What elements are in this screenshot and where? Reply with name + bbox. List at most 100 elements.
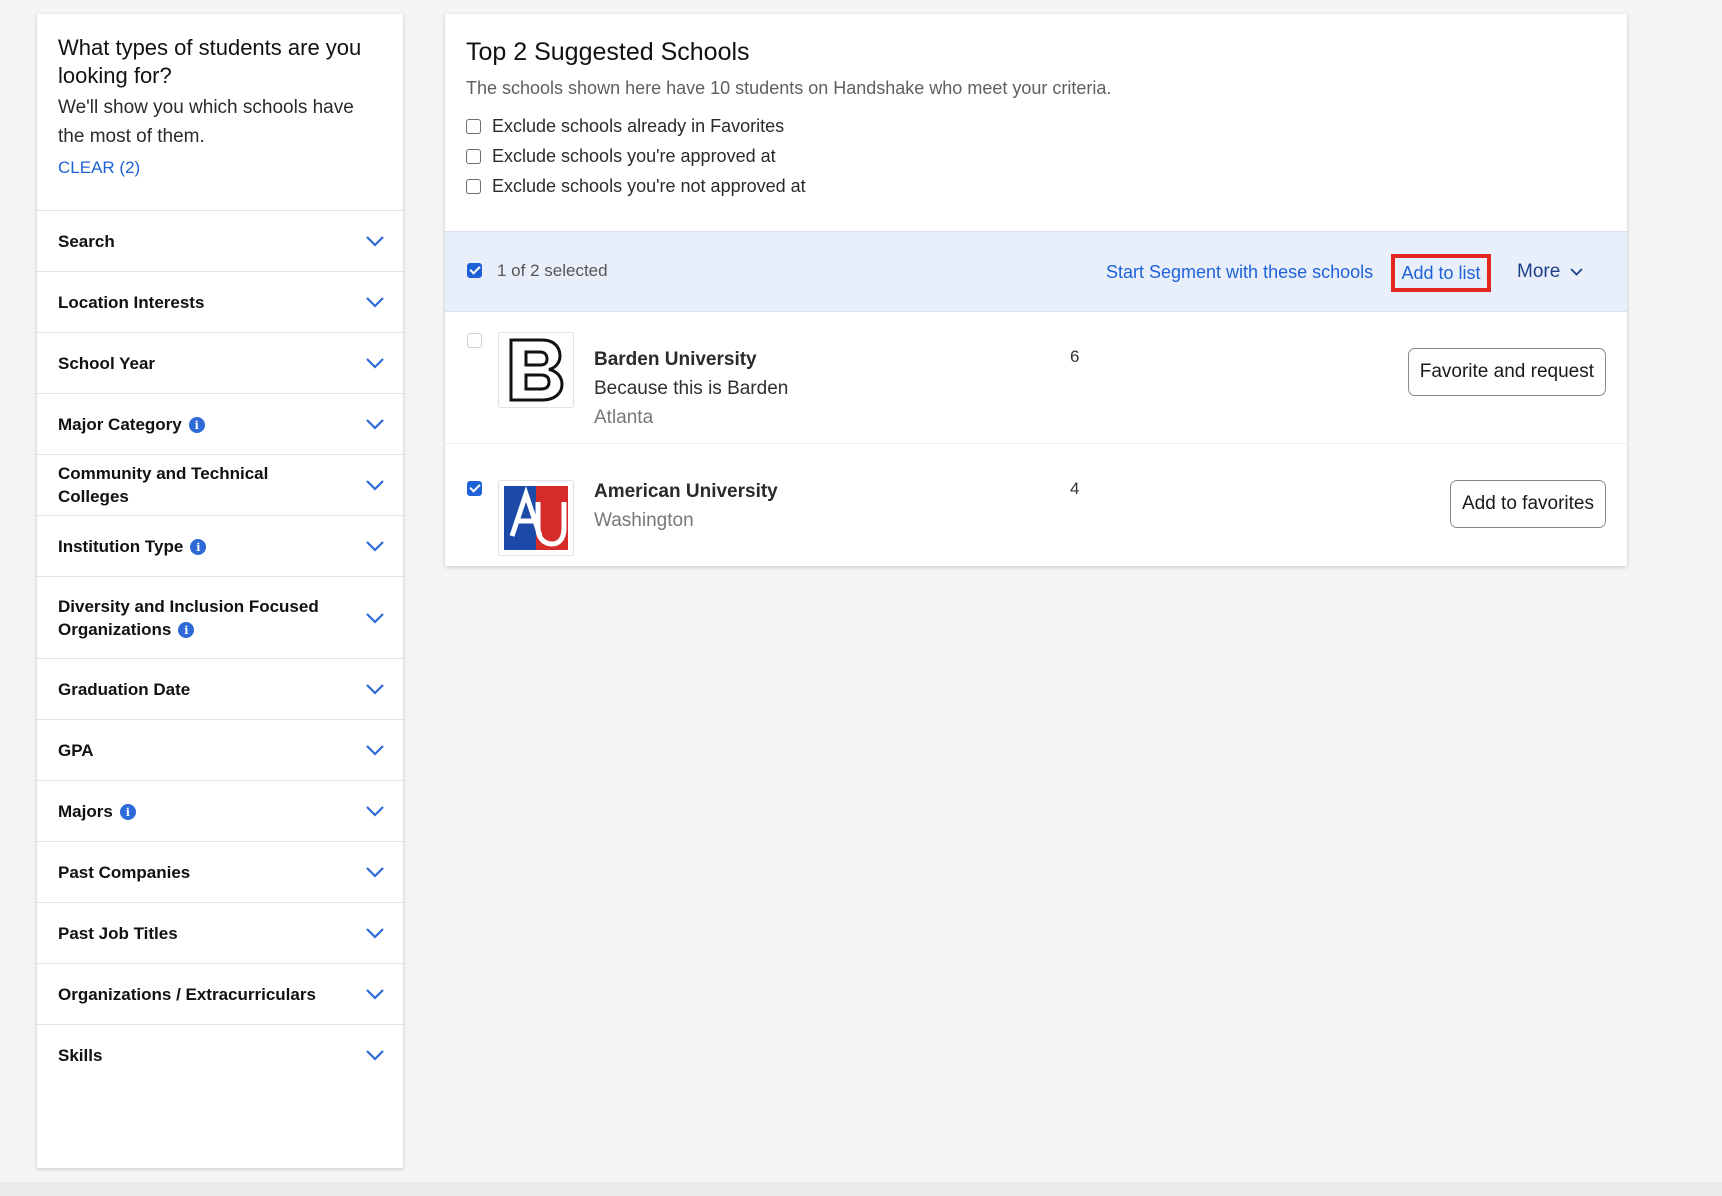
chevron-down-icon	[365, 479, 385, 491]
filter-major-category[interactable]: Major Category i	[37, 394, 403, 455]
chevron-down-icon	[365, 357, 385, 369]
filter-organizations-extracurriculars[interactable]: Organizations / Extracurriculars	[37, 964, 403, 1025]
more-label: More	[1517, 261, 1561, 282]
info-icon[interactable]: i	[119, 804, 136, 820]
selection-bar: 1 of 2 selected Start Segment with these…	[445, 231, 1627, 312]
exclusion-label[interactable]: Exclude schools you're not approved at	[492, 176, 806, 197]
filter-label: Majors i	[58, 800, 136, 823]
exclusion-option: Exclude schools you're approved at	[466, 144, 1606, 168]
filter-label: Major Category i	[58, 413, 205, 436]
info-icon[interactable]: i	[178, 622, 195, 638]
chevron-down-icon	[365, 744, 385, 756]
filter-gpa[interactable]: GPA	[37, 720, 403, 781]
filter-label: Institution Type i	[58, 535, 207, 558]
clear-filters-link[interactable]: CLEAR (2)	[58, 158, 140, 178]
chevron-down-icon	[365, 235, 385, 247]
filter-label-text: Search	[58, 231, 115, 251]
info-icon[interactable]: i	[188, 417, 205, 433]
filter-location-interests[interactable]: Location Interests	[37, 272, 403, 333]
filter-community-and-technical-colleges[interactable]: Community and Technical Colleges	[37, 455, 403, 516]
filter-label: Past Job Titles	[58, 922, 178, 945]
filter-label-text: School Year	[58, 353, 156, 373]
exclusion-checkbox[interactable]	[466, 148, 481, 164]
filters-sidebar: What types of students are you looking f…	[37, 14, 403, 1168]
chevron-down-icon	[365, 927, 385, 939]
filter-graduation-date[interactable]: Graduation Date	[37, 659, 403, 720]
chevron-down-icon	[365, 683, 385, 695]
filter-school-year[interactable]: School Year	[37, 333, 403, 394]
info-icon[interactable]: i	[190, 539, 207, 555]
chevron-down-icon	[365, 296, 385, 308]
chevron-down-icon	[1570, 268, 1583, 276]
school-row: American University Washington 4 Add to …	[445, 444, 1627, 565]
filter-label: Organizations / Extracurriculars	[58, 983, 316, 1006]
exclusion-option: Exclude schools you're not approved at	[466, 174, 1606, 198]
panel-header: Top 2 Suggested Schools The schools show…	[445, 14, 1627, 231]
filter-label-text: Graduation Date	[58, 679, 191, 699]
chevron-down-icon	[365, 612, 385, 624]
filters-title: What types of students are you looking f…	[58, 35, 362, 88]
filter-label-text: Location Interests	[58, 292, 205, 312]
school-note: Because this is Barden	[594, 378, 789, 399]
filter-label-text: Organizations / Extracurriculars	[58, 984, 316, 1004]
selected-count: 1 of 2 selected	[497, 261, 608, 280]
filter-label: Graduation Date	[58, 678, 190, 701]
filter-past-job-titles[interactable]: Past Job Titles	[37, 903, 403, 964]
exclusion-options: Exclude schools already in Favorites Excl…	[466, 114, 1606, 198]
page-bottom-strip	[0, 1182, 1722, 1196]
filter-label-text: Major Category	[58, 414, 182, 434]
filter-label: Community and Technical Colleges	[58, 462, 328, 508]
filter-label-text: Institution Type	[58, 536, 184, 556]
filter-institution-type[interactable]: Institution Type i	[37, 516, 403, 577]
more-menu-button[interactable]: More	[1517, 261, 1583, 283]
filter-label-text: Past Job Titles	[58, 923, 178, 943]
filter-label-text: Community and Technical Colleges	[58, 464, 269, 506]
suggested-schools-panel: Top 2 Suggested Schools The schools show…	[445, 14, 1627, 566]
filter-diversity-and-inclusion-focused-organizations[interactable]: Diversity and Inclusion Focused Organiza…	[37, 577, 403, 659]
add-to-list-button[interactable]: Add to list	[1391, 254, 1491, 292]
filter-label: Location Interests	[58, 291, 204, 314]
school-select-checkbox[interactable]	[467, 333, 482, 348]
page-title: Top 2 Suggested Schools	[466, 38, 750, 66]
exclusion-label[interactable]: Exclude schools you're approved at	[492, 146, 776, 167]
filter-label: Past Companies	[58, 861, 190, 884]
school-select-checkbox[interactable]	[467, 481, 482, 496]
add-to-favorites-button[interactable]: Add to favorites	[1449, 480, 1606, 528]
filter-list: Search Location Interests School Year Major…	[37, 211, 403, 1085]
school-name[interactable]: American University	[594, 481, 778, 503]
page-subtitle: The schools shown here have 10 students …	[466, 78, 1112, 98]
chevron-down-icon	[365, 1049, 385, 1061]
filter-past-companies[interactable]: Past Companies	[37, 842, 403, 903]
chevron-down-icon	[365, 866, 385, 878]
filter-label: School Year	[58, 352, 155, 375]
exclusion-label[interactable]: Exclude schools already in Favorites	[492, 116, 784, 137]
filter-label-text: Majors	[58, 801, 113, 821]
select-all-checkbox[interactable]	[467, 263, 482, 278]
filter-label: Diversity and Inclusion Focused Organiza…	[58, 595, 328, 641]
favorite-and-request-button[interactable]: Favorite and request	[1407, 348, 1606, 396]
start-segment-link[interactable]: Start Segment with these schools	[1106, 262, 1373, 283]
filter-label-text: Skills	[58, 1045, 103, 1065]
school-row: Barden University Because this is Barden…	[445, 312, 1627, 433]
chevron-down-icon	[365, 805, 385, 817]
school-name[interactable]: Barden University	[594, 349, 757, 371]
barden-b-logo	[498, 332, 574, 408]
chevron-down-icon	[365, 540, 385, 552]
filter-label-text: GPA	[58, 740, 94, 760]
filter-skills[interactable]: Skills	[37, 1025, 403, 1085]
american-university-au-logo	[498, 480, 574, 556]
exclusion-option: Exclude schools already in Favorites	[466, 114, 1606, 138]
filter-label: GPA	[58, 739, 94, 762]
filter-search[interactable]: Search	[37, 211, 403, 272]
student-count: 6	[1070, 347, 1080, 366]
chevron-down-icon	[365, 988, 385, 1000]
filter-label: Search	[58, 230, 115, 253]
filter-label-text: Past Companies	[58, 862, 191, 882]
filters-subtitle: We'll show you which schools have the mo…	[58, 97, 354, 147]
exclusion-checkbox[interactable]	[466, 118, 481, 134]
school-city: Atlanta	[594, 407, 654, 428]
filter-majors[interactable]: Majors i	[37, 781, 403, 842]
filter-label: Skills	[58, 1044, 102, 1067]
filters-header: What types of students are you looking f…	[37, 14, 403, 211]
exclusion-checkbox[interactable]	[466, 178, 481, 194]
